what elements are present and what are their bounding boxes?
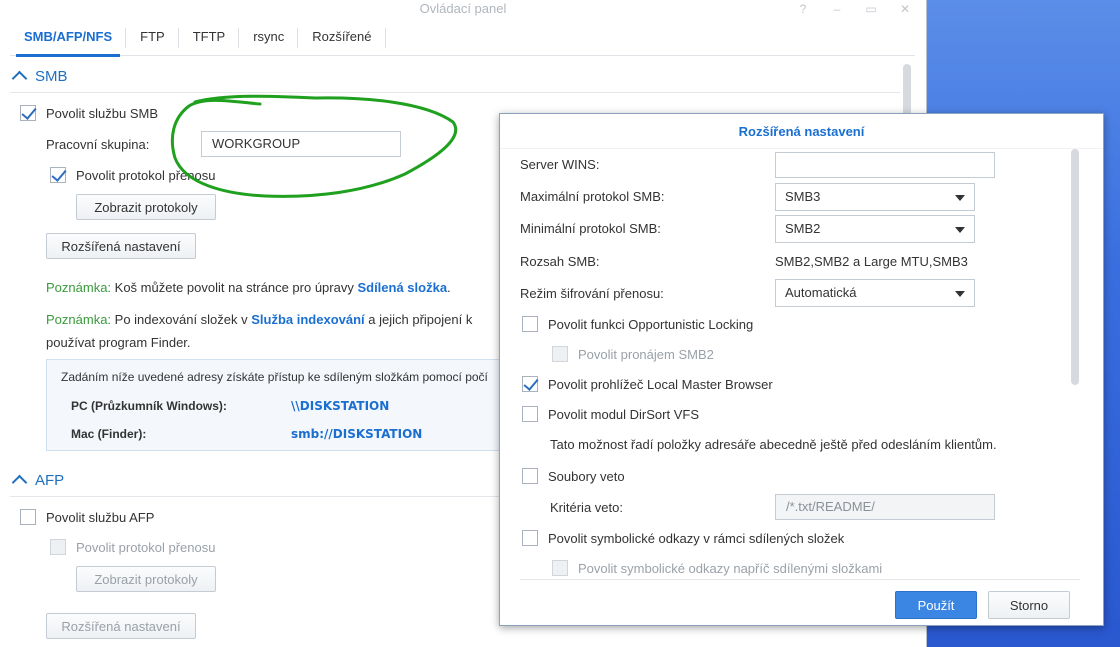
smb2-lease-checkbox <box>552 346 568 362</box>
recycle-bin-note: Poznámka: Koš můžete povolit na stránce … <box>46 280 451 295</box>
minimize-icon[interactable]: – <box>830 0 844 18</box>
veto-files-row[interactable]: Soubory veto <box>522 468 625 484</box>
access-info-box: Zadáním níže uvedené adresy získáte přís… <box>46 359 516 451</box>
cancel-button[interactable]: Storno <box>988 591 1070 619</box>
dropdown-arrow-icon <box>955 291 965 297</box>
pc-label: PC (Průzkumník Windows): <box>71 399 227 413</box>
chevron-up-icon <box>11 474 28 491</box>
wins-label: Server WINS: <box>520 157 600 172</box>
dialog-title: Rozšířená nastavení <box>500 114 1103 149</box>
dirsort-checkbox[interactable] <box>522 406 538 422</box>
symlink-cross-row: Povolit symbolické odkazy napříč sdílený… <box>552 560 882 576</box>
dirsort-row[interactable]: Povolit modul DirSort VFS <box>522 406 699 422</box>
apply-button[interactable]: Použít <box>895 591 977 619</box>
smb-transfer-log-checkbox[interactable] <box>50 167 66 183</box>
help-icon[interactable]: ? <box>796 0 810 18</box>
afp-advanced-settings-button: Rozšířená nastavení <box>46 613 196 639</box>
indexing-note: Poznámka: Po indexování složek v Služba … <box>46 312 473 350</box>
encryption-label: Režim šifrování přenosu: <box>520 286 664 301</box>
advanced-settings-dialog: Rozšířená nastavení Server WINS: Maximál… <box>499 113 1104 626</box>
indexing-service-link[interactable]: Služba indexování <box>251 312 364 327</box>
veto-files-checkbox[interactable] <box>522 468 538 484</box>
smb-show-logs-button[interactable]: Zobrazit protokoly <box>76 194 216 220</box>
shared-folder-link[interactable]: Sdílená složka <box>357 280 447 295</box>
oplock-row[interactable]: Povolit funkci Opportunistic Locking <box>522 316 753 332</box>
smb-section-header[interactable]: SMB <box>11 68 68 87</box>
tab-bar: SMB/AFP/NFS FTP TFTP rsync Rozšířené <box>10 22 915 57</box>
smb-transfer-log-row[interactable]: Povolit protokol přenosu <box>50 167 215 183</box>
tab-tftp[interactable]: TFTP <box>179 22 240 55</box>
mac-label: Mac (Finder): <box>71 427 147 441</box>
veto-criteria-label: Kritéria veto: <box>550 500 623 515</box>
min-protocol-label: Minimální protokol SMB: <box>520 221 661 236</box>
afp-transfer-log-row: Povolit protokol přenosu <box>50 539 215 555</box>
smb-range-label: Rozsah SMB: <box>520 254 600 269</box>
smb-advanced-settings-button[interactable]: Rozšířená nastavení <box>46 233 196 259</box>
access-info-text: Zadáním níže uvedené adresy získáte přís… <box>61 370 488 384</box>
window-title: Ovládací panel <box>419 1 507 16</box>
tab-smb-afp-nfs[interactable]: SMB/AFP/NFS <box>10 22 127 57</box>
tab-rsync[interactable]: rsync <box>239 22 299 55</box>
enable-smb-row[interactable]: Povolit službu SMB <box>20 105 158 121</box>
mac-address: smb://DISKSTATION <box>291 427 423 441</box>
afp-transfer-log-checkbox <box>50 539 66 555</box>
close-icon[interactable]: ✕ <box>898 0 912 18</box>
dropdown-arrow-icon <box>955 227 965 233</box>
workgroup-input[interactable]: WORKGROUP <box>201 131 401 157</box>
tab-ftp[interactable]: FTP <box>126 22 179 55</box>
local-master-browser-checkbox[interactable] <box>522 376 538 392</box>
smb-range-value: SMB2,SMB2 a Large MTU,SMB3 <box>775 254 968 269</box>
dialog-scrollbar[interactable] <box>1071 149 1079 385</box>
tab-advanced[interactable]: Rozšířené <box>298 22 386 55</box>
enable-afp-checkbox[interactable] <box>20 509 36 525</box>
max-protocol-select[interactable]: SMB3 <box>775 183 975 211</box>
symlink-checkbox[interactable] <box>522 530 538 546</box>
divider <box>10 92 900 93</box>
enable-smb-checkbox[interactable] <box>20 105 36 121</box>
workgroup-label: Pracovní skupina: <box>46 137 150 152</box>
encryption-select[interactable]: Automatická <box>775 279 975 307</box>
smb2-lease-row: Povolit pronájem SMB2 <box>552 346 714 362</box>
max-protocol-label: Maximální protokol SMB: <box>520 189 665 204</box>
pc-address: \\DISKSTATION <box>291 399 390 413</box>
dirsort-description: Tato možnost řadí položky adresáře abece… <box>550 437 997 452</box>
local-master-browser-row[interactable]: Povolit prohlížeč Local Master Browser <box>522 376 773 392</box>
symlink-cross-checkbox <box>552 560 568 576</box>
enable-afp-row[interactable]: Povolit službu AFP <box>20 509 154 525</box>
min-protocol-select[interactable]: SMB2 <box>775 215 975 243</box>
dropdown-arrow-icon <box>955 195 965 201</box>
maximize-icon[interactable]: ▭ <box>864 0 878 18</box>
window-controls: ? – ▭ ✕ <box>796 0 912 18</box>
oplock-checkbox[interactable] <box>522 316 538 332</box>
afp-show-logs-button: Zobrazit protokoly <box>76 566 216 592</box>
wins-input[interactable] <box>775 152 995 178</box>
dialog-divider <box>520 579 1080 580</box>
symlink-row[interactable]: Povolit symbolické odkazy v rámci sdílen… <box>522 530 844 546</box>
veto-criteria-input: /*.txt/README/ <box>775 494 995 520</box>
afp-section-header[interactable]: AFP <box>11 472 64 491</box>
chevron-up-icon <box>11 70 28 87</box>
